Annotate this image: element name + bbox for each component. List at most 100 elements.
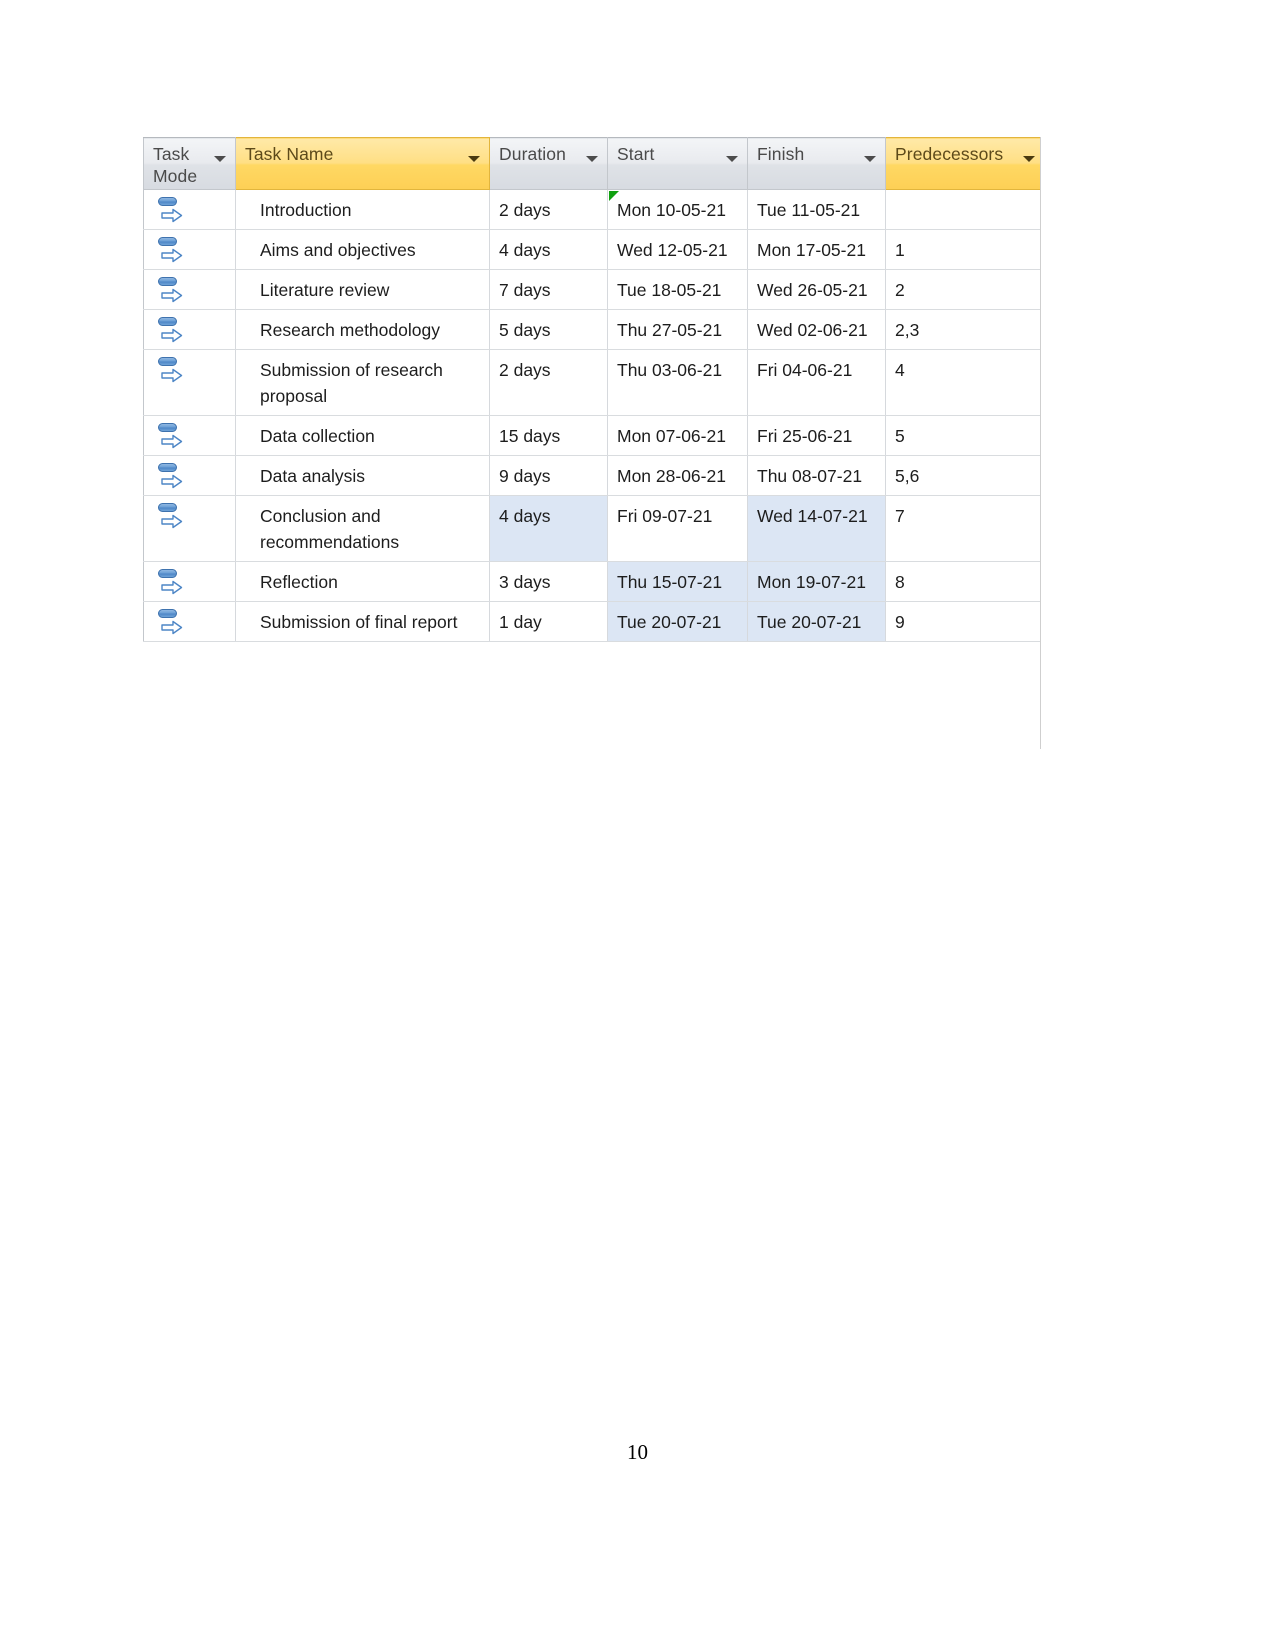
cell-task-name[interactable]: Data collection	[235, 415, 490, 456]
cell-finish-date[interactable]: Wed 14-07-21	[747, 495, 886, 562]
task-name-text: Aims and objectives	[260, 240, 416, 260]
cell-task-name[interactable]: Literature review	[235, 269, 490, 310]
table-row[interactable]: Submission of research proposal 2 days Thu…	[143, 349, 1045, 416]
cell-duration[interactable]: 4 days	[489, 229, 608, 270]
cell-start-date[interactable]: Mon 07-06-21	[607, 415, 748, 456]
cell-predecessors[interactable]: 8	[885, 561, 1045, 602]
cell-start-date[interactable]: Mon 28-06-21	[607, 455, 748, 496]
cell-task-name[interactable]: Research methodology	[235, 309, 490, 350]
table-row[interactable]: Data collection 15 days Mon 07-06-21 Fri 25…	[143, 415, 1045, 456]
cell-duration[interactable]: 7 days	[489, 269, 608, 310]
table-row[interactable]: Aims and objectives 4 days Wed 12-05-21 Mon…	[143, 229, 1045, 270]
table-row[interactable]: Introduction 2 days Mon 10-05-21 Tue 11-05-…	[143, 189, 1045, 230]
filter-dropdown-icon-start[interactable]	[726, 156, 738, 162]
cell-duration[interactable]: 3 days	[489, 561, 608, 602]
cell-task-mode[interactable]	[143, 455, 236, 496]
start-date-text: Thu 15-07-21	[617, 572, 723, 592]
cell-finish-date[interactable]: Mon 19-07-21	[747, 561, 886, 602]
cell-predecessors[interactable]: 1	[885, 229, 1045, 270]
auto-scheduled-icon[interactable]	[157, 423, 183, 451]
cell-task-mode[interactable]	[143, 309, 236, 350]
cell-start-date[interactable]: Thu 15-07-21	[607, 561, 748, 602]
cell-predecessors[interactable]: 5,6	[885, 455, 1045, 496]
auto-scheduled-icon[interactable]	[157, 463, 183, 491]
auto-scheduled-icon[interactable]	[157, 237, 183, 265]
predecessors-text	[886, 190, 1044, 203]
cell-finish-date[interactable]: Tue 20-07-21	[747, 601, 886, 642]
table-row[interactable]: Conclusion and recommendations 4 days Fri …	[143, 495, 1045, 562]
filter-dropdown-icon-duration[interactable]	[586, 156, 598, 162]
auto-scheduled-icon[interactable]	[157, 277, 183, 305]
cell-start-date[interactable]: Wed 12-05-21	[607, 229, 748, 270]
filter-dropdown-icon-predecessors[interactable]	[1023, 156, 1035, 162]
cell-task-mode[interactable]	[143, 349, 236, 416]
table-row[interactable]: Research methodology 5 days Thu 27-05-21 We…	[143, 309, 1045, 350]
auto-scheduled-icon[interactable]	[157, 609, 183, 637]
cell-predecessors[interactable]: 5	[885, 415, 1045, 456]
cell-predecessors[interactable]	[885, 189, 1045, 230]
column-header-finish[interactable]: Finish	[747, 137, 886, 190]
cell-predecessors[interactable]: 9	[885, 601, 1045, 642]
cell-duration[interactable]: 2 days	[489, 349, 608, 416]
predecessors-text: 2,3	[895, 320, 920, 340]
auto-scheduled-icon[interactable]	[157, 197, 183, 225]
column-header-start[interactable]: Start	[607, 137, 748, 190]
cell-task-name[interactable]: Reflection	[235, 561, 490, 602]
cell-task-name[interactable]: Submission of final report	[235, 601, 490, 642]
column-header-duration[interactable]: Duration	[489, 137, 608, 190]
task-name-text: Introduction	[260, 200, 352, 220]
column-header-task_mode[interactable]: Task Mode	[143, 137, 236, 190]
cell-finish-date[interactable]: Fri 25-06-21	[747, 415, 886, 456]
auto-scheduled-icon[interactable]	[157, 503, 183, 531]
cell-finish-date[interactable]: Thu 08-07-21	[747, 455, 886, 496]
filter-dropdown-icon-finish[interactable]	[864, 156, 876, 162]
cell-task-mode[interactable]	[143, 269, 236, 310]
table-row[interactable]: Submission of final report 1 day Tue 20-07…	[143, 601, 1045, 642]
cell-task-mode[interactable]	[143, 415, 236, 456]
start-date-text: Thu 27-05-21	[617, 320, 723, 340]
cell-start-date[interactable]: Thu 03-06-21	[607, 349, 748, 416]
cell-duration[interactable]: 9 days	[489, 455, 608, 496]
column-header-task_name[interactable]: Task Name	[235, 137, 490, 190]
cell-task-mode[interactable]	[143, 495, 236, 562]
column-header-predecessors[interactable]: Predecessors	[885, 137, 1045, 190]
start-date-text: Mon 10-05-21	[617, 200, 726, 220]
filter-dropdown-icon-task_mode[interactable]	[214, 156, 226, 162]
cell-task-name[interactable]: Introduction	[235, 189, 490, 230]
cell-duration[interactable]: 4 days	[489, 495, 608, 562]
cell-predecessors[interactable]: 2,3	[885, 309, 1045, 350]
cell-task-name[interactable]: Submission of research proposal	[235, 349, 490, 416]
cell-finish-date[interactable]: Mon 17-05-21	[747, 229, 886, 270]
cell-finish-date[interactable]: Wed 26-05-21	[747, 269, 886, 310]
cell-finish-date[interactable]: Tue 11-05-21	[747, 189, 886, 230]
cell-start-date[interactable]: Tue 18-05-21	[607, 269, 748, 310]
auto-scheduled-icon[interactable]	[157, 569, 183, 597]
cell-start-date[interactable]: Fri 09-07-21	[607, 495, 748, 562]
cell-start-date[interactable]: Tue 20-07-21	[607, 601, 748, 642]
duration-text: 9 days	[499, 466, 551, 486]
cell-task-name[interactable]: Aims and objectives	[235, 229, 490, 270]
cell-start-date[interactable]: Mon 10-05-21	[607, 189, 748, 230]
cell-predecessors[interactable]: 2	[885, 269, 1045, 310]
cell-duration[interactable]: 15 days	[489, 415, 608, 456]
cell-duration[interactable]: 1 day	[489, 601, 608, 642]
cell-task-mode[interactable]	[143, 561, 236, 602]
auto-scheduled-icon[interactable]	[157, 357, 183, 385]
cell-duration[interactable]: 5 days	[489, 309, 608, 350]
cell-task-mode[interactable]	[143, 189, 236, 230]
cell-task-mode[interactable]	[143, 229, 236, 270]
auto-scheduled-icon[interactable]	[157, 317, 183, 345]
table-row[interactable]: Data analysis 9 days Mon 28-06-21 Thu 08-07…	[143, 455, 1045, 496]
cell-predecessors[interactable]: 7	[885, 495, 1045, 562]
filter-dropdown-icon-task_name[interactable]	[468, 156, 480, 162]
cell-duration[interactable]: 2 days	[489, 189, 608, 230]
table-row[interactable]: Reflection 3 days Thu 15-07-21 Mon 19-07-21…	[143, 561, 1045, 602]
cell-predecessors[interactable]: 4	[885, 349, 1045, 416]
cell-start-date[interactable]: Thu 27-05-21	[607, 309, 748, 350]
table-row[interactable]: Literature review 7 days Tue 18-05-21 Wed 2…	[143, 269, 1045, 310]
cell-task-name[interactable]: Conclusion and recommendations	[235, 495, 490, 562]
cell-task-mode[interactable]	[143, 601, 236, 642]
cell-finish-date[interactable]: Wed 02-06-21	[747, 309, 886, 350]
cell-task-name[interactable]: Data analysis	[235, 455, 490, 496]
cell-finish-date[interactable]: Fri 04-06-21	[747, 349, 886, 416]
